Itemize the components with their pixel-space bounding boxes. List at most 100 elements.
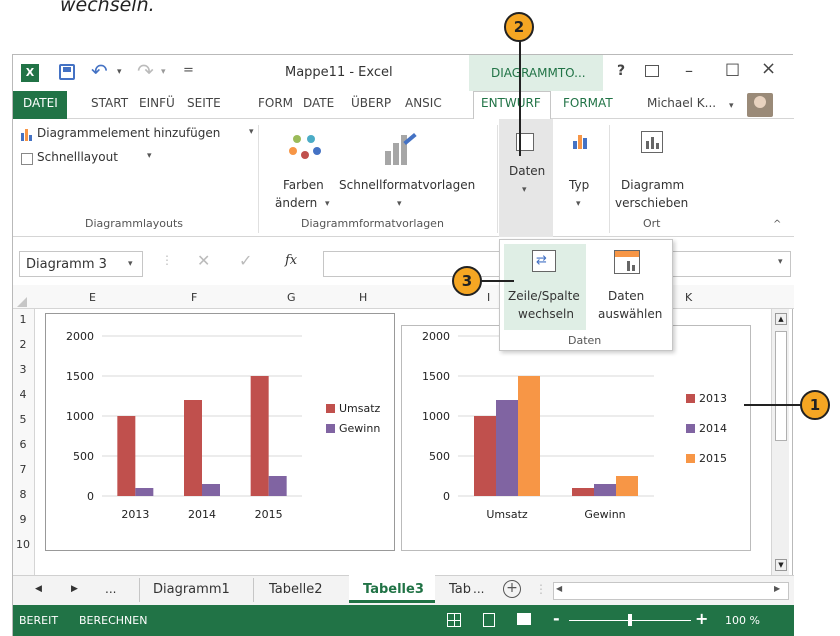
tab-start[interactable]: START bbox=[91, 96, 128, 110]
zoom-slider-thumb[interactable] bbox=[628, 614, 632, 626]
page-layout-view-icon[interactable] bbox=[483, 613, 495, 627]
sheet-tab-tabelle2[interactable]: Tabelle2 bbox=[269, 582, 323, 597]
column-header-e[interactable]: E bbox=[89, 291, 96, 304]
page-break-view-icon[interactable] bbox=[517, 613, 531, 625]
tab-page[interactable]: SEITE bbox=[187, 96, 221, 110]
ribbon-tab-bar: DATEI START EINFÜ SEITE FORM DATE ÜBERP … bbox=[13, 91, 794, 120]
name-box[interactable]: Diagramm 3 ▾ bbox=[19, 251, 143, 277]
normal-view-icon[interactable] bbox=[447, 613, 461, 627]
row-header-7[interactable]: 7 bbox=[13, 463, 33, 476]
row-header-5[interactable]: 5 bbox=[13, 413, 33, 426]
row-header-6[interactable]: 6 bbox=[13, 438, 33, 451]
tab-data[interactable]: DATE bbox=[303, 96, 334, 110]
quick-layout-dropdown-icon[interactable]: ▾ bbox=[147, 151, 152, 161]
y-tick-label: 2000 bbox=[422, 330, 450, 343]
tabs-ellipsis-left[interactable]: ... bbox=[105, 582, 116, 596]
insert-function-icon[interactable]: fx bbox=[285, 253, 297, 268]
tab-format[interactable]: FORMAT bbox=[563, 96, 613, 110]
column-header-f[interactable]: F bbox=[191, 291, 197, 304]
chart-1[interactable]: 0 500 1000 1500 2000 2013 2014 2015 Umsatz Gewinn bbox=[45, 313, 395, 551]
excel-window: X ↶ ▾ ↷ ▾ = Mappe11 - Excel DIAGRAMMTO..… bbox=[12, 54, 794, 636]
avatar[interactable] bbox=[747, 93, 773, 117]
collapse-ribbon-icon[interactable]: ^ bbox=[773, 219, 781, 230]
user-dropdown-icon[interactable]: ▾ bbox=[729, 101, 734, 111]
sheet-tab-tabelle3[interactable]: Tabelle3 bbox=[363, 582, 424, 597]
zoom-in-button[interactable]: + bbox=[695, 609, 708, 628]
row-header-4[interactable]: 4 bbox=[13, 388, 33, 401]
new-sheet-button[interactable]: + bbox=[503, 580, 521, 598]
quick-layout-button[interactable]: Schnelllayout bbox=[37, 149, 118, 166]
save-icon[interactable] bbox=[59, 64, 75, 80]
row-header-2[interactable]: 2 bbox=[13, 338, 33, 351]
chart-2[interactable]: 0 500 1000 1500 2000 Umsatz Gewinn 2013 2014 2015 bbox=[401, 325, 751, 551]
callout-2: 2 bbox=[504, 12, 534, 42]
bar-2013-Umsatz bbox=[474, 416, 496, 496]
chart-type-dropdown-icon[interactable]: ▾ bbox=[576, 199, 581, 209]
enter-icon[interactable]: ✓ bbox=[239, 251, 252, 270]
row-header-8[interactable]: 8 bbox=[13, 488, 33, 501]
tab-insert[interactable]: EINFÜ bbox=[139, 96, 175, 110]
tab-design[interactable]: ENTWURF bbox=[481, 96, 541, 110]
close-button[interactable]: × bbox=[761, 58, 776, 79]
data-button[interactable]: Daten ▾ bbox=[499, 119, 553, 237]
chart-styles-dropdown-icon[interactable]: ▾ bbox=[397, 199, 402, 209]
column-header-h[interactable]: H bbox=[359, 291, 367, 304]
change-colors-dropdown-icon[interactable]: ▾ bbox=[325, 199, 330, 209]
undo-icon[interactable]: ↶ bbox=[91, 59, 108, 83]
status-calculate[interactable]: BERECHNEN bbox=[79, 614, 147, 627]
tabs-ellipsis-right[interactable]: ... bbox=[473, 582, 484, 596]
legend-swatch bbox=[686, 424, 695, 433]
zoom-out-button[interactable]: - bbox=[553, 609, 560, 628]
horizontal-scrollbar[interactable]: ◀ ▶ bbox=[553, 582, 789, 600]
row-header-9[interactable]: 9 bbox=[13, 513, 33, 526]
help-button[interactable]: ? bbox=[617, 63, 625, 79]
select-all-icon[interactable] bbox=[17, 297, 27, 307]
vertical-scroll-thumb[interactable] bbox=[775, 331, 787, 441]
column-header-g[interactable]: G bbox=[287, 291, 296, 304]
sheet-tab-diagramm1[interactable]: Diagramm1 bbox=[153, 582, 230, 597]
expand-formula-icon[interactable]: ▾ bbox=[778, 257, 783, 267]
move-chart-button-line2[interactable]: verschieben bbox=[615, 195, 688, 212]
select-data-button[interactable]: Daten auswählen bbox=[588, 244, 670, 330]
tabs-split-handle[interactable]: ⋮ bbox=[535, 582, 547, 596]
add-chart-element-dropdown-icon[interactable]: ▾ bbox=[249, 127, 254, 137]
zoom-level[interactable]: 100 % bbox=[725, 614, 760, 627]
name-box-dropdown-icon[interactable]: ▾ bbox=[128, 259, 133, 269]
column-header-i[interactable]: I bbox=[487, 291, 490, 304]
sheet-tab-partial[interactable]: Tab bbox=[449, 582, 471, 597]
minimize-button[interactable]: – bbox=[685, 61, 693, 80]
customize-qat-icon[interactable]: = bbox=[183, 63, 194, 78]
data-dropdown: ⇄ Zeile/Spalte wechseln Daten auswählen … bbox=[499, 239, 673, 351]
undo-dropdown-icon[interactable]: ▾ bbox=[117, 67, 122, 77]
scroll-tabs-left-icon[interactable]: ◀ bbox=[35, 584, 42, 594]
add-chart-element-button[interactable]: Diagrammelement hinzufügen bbox=[37, 125, 220, 142]
bar-2014-Gewinn bbox=[594, 484, 616, 496]
ribbon-display-options-icon[interactable] bbox=[645, 65, 659, 77]
callout-3-line bbox=[480, 280, 514, 282]
zoom-slider[interactable] bbox=[569, 614, 691, 626]
tab-review[interactable]: ÜBERP bbox=[351, 96, 391, 110]
user-name[interactable]: Michael K... bbox=[647, 96, 716, 110]
switch-row-column-label-line2: wechseln bbox=[518, 307, 574, 321]
redo-dropdown-icon[interactable]: ▾ bbox=[161, 67, 166, 77]
tab-view[interactable]: ANSIC bbox=[405, 96, 442, 110]
vertical-scrollbar[interactable]: ▲ ▼ bbox=[771, 309, 789, 575]
restore-button[interactable]: □ bbox=[725, 59, 740, 78]
row-header-1[interactable]: 1 bbox=[13, 313, 33, 326]
move-chart-button[interactable]: Diagramm bbox=[621, 177, 684, 194]
cancel-icon[interactable]: ✕ bbox=[197, 251, 210, 270]
column-header-k[interactable]: K bbox=[685, 291, 692, 304]
redo-icon[interactable]: ↷ bbox=[137, 59, 154, 83]
scroll-tabs-right-icon[interactable]: ▶ bbox=[71, 584, 78, 594]
row-header-3[interactable]: 3 bbox=[13, 363, 33, 376]
chart-styles-button[interactable]: Schnellformatvorlagen bbox=[339, 177, 475, 194]
legend-label: Umsatz bbox=[339, 402, 381, 415]
change-colors-button-line2[interactable]: ändern bbox=[275, 195, 317, 212]
chart-type-button[interactable]: Typ bbox=[569, 177, 589, 194]
row-header-10[interactable]: 10 bbox=[13, 538, 33, 551]
tab-file[interactable]: DATEI bbox=[23, 96, 58, 110]
tab-formulas[interactable]: FORM bbox=[258, 96, 293, 110]
change-colors-button[interactable]: Farben bbox=[283, 177, 324, 194]
switch-row-column-button[interactable]: ⇄ Zeile/Spalte wechseln bbox=[504, 244, 586, 330]
select-data-label: Daten bbox=[608, 289, 645, 303]
